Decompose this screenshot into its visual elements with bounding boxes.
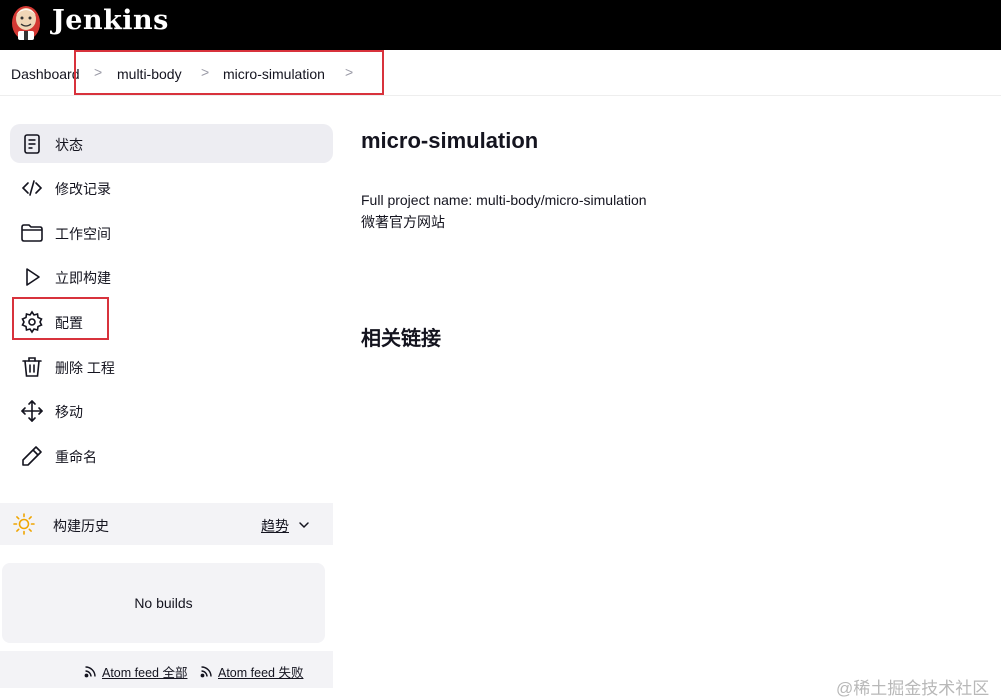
no-builds-text: No builds xyxy=(134,595,193,611)
build-history-header: 构建历史 趋势 xyxy=(0,503,333,545)
sun-icon xyxy=(13,513,35,535)
trend-link[interactable]: 趋势 xyxy=(261,516,289,536)
brand-title[interactable]: Jenkins xyxy=(52,5,169,36)
sidebar-item-delete-project[interactable]: 删除 工程 xyxy=(10,347,333,386)
play-icon xyxy=(20,265,44,289)
configure-highlight-box xyxy=(12,297,109,340)
sidebar-item-label: 删除 工程 xyxy=(55,360,115,376)
top-header: Jenkins xyxy=(0,0,1001,50)
trash-icon xyxy=(20,355,44,379)
chevron-down-icon[interactable] xyxy=(298,518,310,530)
builds-list: No builds xyxy=(2,563,325,643)
notepad-icon xyxy=(20,132,44,156)
sidebar-item-label: 立即构建 xyxy=(55,270,111,286)
pencil-icon xyxy=(20,444,44,468)
folder-icon xyxy=(20,221,44,245)
breadcrumb-dashboard[interactable]: Dashboard xyxy=(11,66,80,82)
sidebar-item-workspace[interactable]: 工作空间 xyxy=(10,213,333,252)
sidebar-item-move[interactable]: 移动 xyxy=(10,391,333,430)
sidebar-item-status[interactable]: 状态 xyxy=(10,124,333,163)
full-project-name: Full project name: multi-body/micro-simu… xyxy=(361,192,647,208)
project-description: 微著官方网站 xyxy=(361,214,445,230)
rss-icon xyxy=(200,666,212,678)
rss-icon xyxy=(84,666,96,678)
atom-feed-failed-link[interactable]: Atom feed 失败 xyxy=(218,662,303,681)
sidebar-item-changes[interactable]: 修改记录 xyxy=(10,168,333,207)
breadcrumb-highlight-box xyxy=(74,50,384,95)
atom-feed-failed[interactable]: Atom feed 失败 xyxy=(200,662,303,681)
watermark: @稀土掘金技术社区 xyxy=(836,679,990,698)
sidebar-item-label: 修改记录 xyxy=(55,181,111,197)
related-links-title: 相关链接 xyxy=(361,328,441,350)
atom-feed-all-link[interactable]: Atom feed 全部 xyxy=(102,662,187,681)
build-history-title: 构建历史 xyxy=(53,518,109,534)
atom-feed-bar: Atom feed 全部 Atom feed 失败 xyxy=(0,651,333,688)
move-icon xyxy=(20,399,44,423)
sidebar-item-label: 状态 xyxy=(55,137,83,153)
sidebar-item-label: 移动 xyxy=(55,404,83,420)
sidebar-item-label: 重命名 xyxy=(55,449,97,465)
atom-feed-all[interactable]: Atom feed 全部 xyxy=(84,662,187,681)
sidebar-item-label: 工作空间 xyxy=(55,226,111,242)
page-title: micro-simulation xyxy=(361,128,539,153)
sidebar-item-build-now[interactable]: 立即构建 xyxy=(10,257,333,296)
jenkins-logo-icon[interactable] xyxy=(10,3,42,43)
code-icon xyxy=(20,176,44,200)
sidebar-item-rename[interactable]: 重命名 xyxy=(10,436,333,475)
